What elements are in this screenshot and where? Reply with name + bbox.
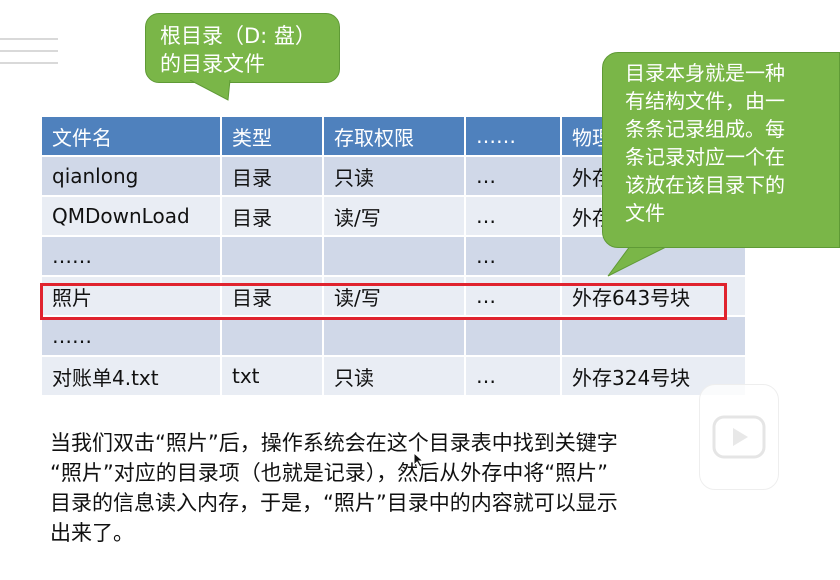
cell-access: 读/写	[323, 195, 466, 236]
callout-dir-line: 文件	[625, 201, 665, 225]
cell-file-name: qianlong	[42, 155, 222, 196]
cell-access	[323, 315, 466, 356]
play-icon	[712, 415, 766, 459]
explanation-line: 出来了。	[50, 521, 134, 545]
table-row: 对账单4.txt txt 只读 … 外存324号块	[42, 355, 747, 395]
cell-type: 目录	[221, 195, 324, 236]
cell-location	[561, 315, 747, 356]
callout-root-line1: 根目录（D: 盘）	[160, 24, 316, 48]
cell-file-name: QMDownLoad	[42, 195, 222, 236]
mouse-pointer-icon	[413, 452, 425, 468]
cell-file-name: 对账单4.txt	[42, 355, 222, 395]
cell-more	[465, 315, 562, 356]
callout-directory-structure: 目录本身就是一种 有结构文件，由一 条条记录组成。每 条记录对应一个在 该放在该…	[602, 52, 840, 248]
table-row: ……	[42, 315, 747, 356]
slide-decoration-lines	[0, 38, 58, 74]
cell-file-name: ……	[42, 235, 222, 276]
cell-type: 目录	[221, 155, 324, 196]
cell-file-name: ……	[42, 315, 222, 356]
callout-dir-line: 条条记录组成。每	[625, 117, 785, 141]
callout-root-tail	[189, 80, 231, 101]
callout-dir-line: 该放在该目录下的	[625, 173, 785, 197]
explanation-line: “照片”对应的目录项（也就是记录），然后从外存中将“照片”	[50, 461, 609, 485]
cell-more: …	[465, 155, 562, 196]
callout-root-directory: 根目录（D: 盘） 的目录文件	[145, 13, 340, 83]
cell-access	[323, 235, 466, 276]
header-access: 存取权限	[323, 117, 466, 156]
header-more: ……	[465, 117, 562, 156]
cell-more: …	[465, 355, 562, 395]
explanation-paragraph: 当我们双击“照片”后，操作系统会在这个目录表中找到关键字 “照片”对应的目录项（…	[50, 428, 770, 548]
callout-root-line2: 的目录文件	[160, 52, 265, 76]
cell-type	[221, 315, 324, 356]
cell-more: …	[465, 235, 562, 276]
cell-access: 只读	[323, 155, 466, 196]
header-file-name: 文件名	[42, 117, 222, 156]
cell-type: txt	[221, 355, 324, 395]
cell-type	[221, 235, 324, 276]
callout-dir-line: 目录本身就是一种	[625, 61, 785, 85]
callout-dir-line: 条记录对应一个在	[625, 145, 785, 169]
cell-access: 只读	[323, 355, 466, 395]
explanation-line: 当我们双击“照片”后，操作系统会在这个目录表中找到关键字	[50, 431, 618, 455]
cell-more: …	[465, 195, 562, 236]
video-play-button[interactable]	[699, 384, 779, 490]
callout-dir-line: 有结构文件，由一	[625, 89, 785, 113]
header-type: 类型	[221, 117, 324, 156]
highlight-photo-row-box	[40, 283, 727, 320]
explanation-line: 目录的信息读入内存，于是，“照片”目录中的内容就可以显示	[50, 491, 618, 515]
